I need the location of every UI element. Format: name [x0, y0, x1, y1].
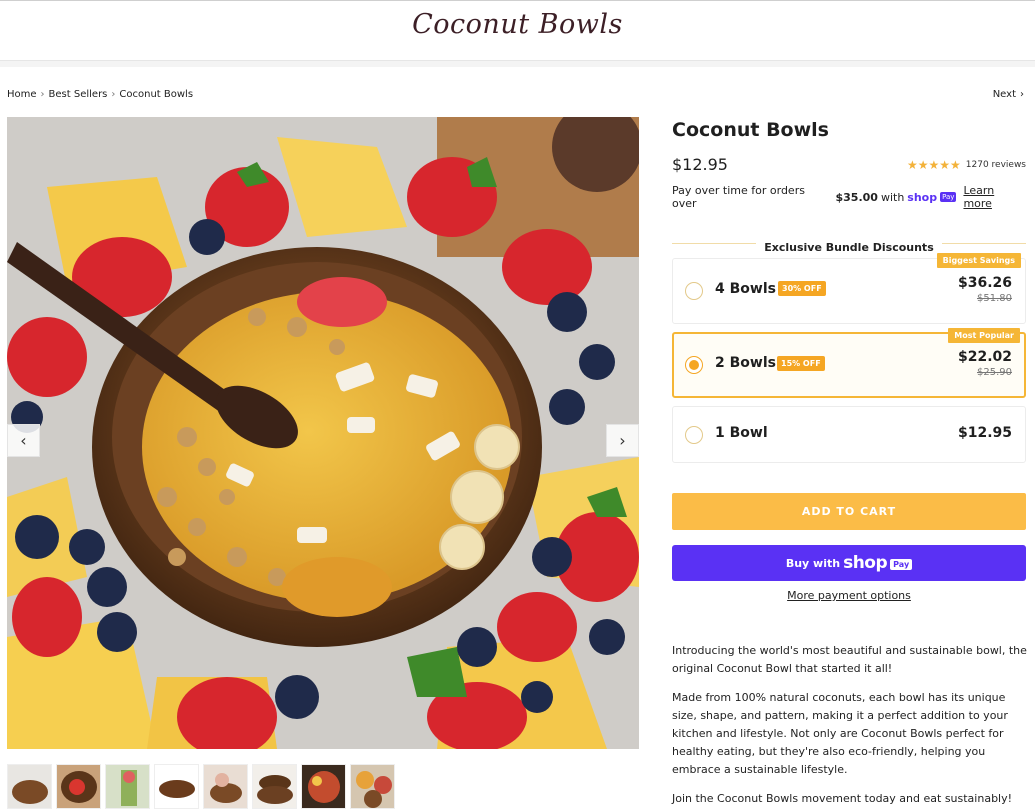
breadcrumb-home[interactable]: Home	[7, 89, 37, 100]
product-price: $12.95	[672, 155, 728, 174]
chevron-right-icon: ›	[1020, 89, 1024, 100]
installments-amount: $35.00	[835, 190, 878, 204]
thumbnail[interactable]	[350, 764, 395, 809]
review-count: 1270 reviews	[965, 160, 1026, 170]
logo[interactable]: Coconut Bowls	[0, 9, 1035, 40]
thumbnail[interactable]	[252, 764, 297, 809]
product-description: Introducing the world's most beautiful a…	[672, 642, 1030, 809]
radio-button[interactable]	[685, 426, 703, 444]
breadcrumb: Home › Best Sellers › Coconut Bowls	[7, 89, 193, 100]
main-product-image[interactable]	[7, 117, 639, 749]
shop-pay-logo: shop	[907, 190, 938, 204]
description-paragraph: Introducing the world's most beautiful a…	[672, 644, 1027, 675]
pay-badge-icon: Pay	[890, 558, 913, 570]
bundle-old-price: $25.90	[977, 367, 1012, 378]
radio-button-selected[interactable]	[685, 356, 703, 374]
bundle-price: $22.02	[957, 349, 1012, 365]
thumbnail-strip	[7, 764, 395, 809]
next-product-link[interactable]: Next ›	[993, 89, 1024, 100]
thumbnail[interactable]	[105, 764, 150, 809]
chevron-right-icon: ›	[111, 89, 116, 100]
more-payment-options-link[interactable]: More payment options	[672, 589, 1026, 602]
shop-logo-icon: shop	[843, 553, 888, 573]
bundle-option-4-bowls[interactable]: Biggest Savings 4 Bowls 30% OFF $36.26 $…	[672, 253, 1026, 324]
header-divider	[0, 61, 1035, 67]
buy-with-label: Buy with	[785, 556, 841, 570]
bundle-price: $12.95	[957, 425, 1012, 441]
description-paragraph: Made from 100% natural coconuts, each bo…	[672, 691, 1008, 776]
buy-with-shop-pay-button[interactable]: Buy with shop Pay	[672, 545, 1026, 581]
bundle-label: 4 Bowls	[715, 281, 776, 297]
installments-note: Pay over time for orders over $35.00 wit…	[672, 184, 1026, 210]
learn-more-link[interactable]: Learn more	[963, 184, 1026, 210]
next-image-button[interactable]: ›	[606, 424, 639, 457]
star-rating-icon: ★★★★★	[906, 158, 961, 172]
thumbnail[interactable]	[301, 764, 346, 809]
most-popular-badge: Most Popular	[948, 328, 1020, 343]
bundle-option-2-bowls[interactable]: Most Popular 2 Bowls 15% OFF $22.02 $25.…	[672, 328, 1026, 398]
thumbnail[interactable]	[56, 764, 101, 809]
bundle-heading-text: Exclusive Bundle Discounts	[756, 241, 942, 254]
installments-with: with	[880, 190, 905, 204]
radio-button[interactable]	[685, 282, 703, 300]
bundle-old-price: $51.80	[977, 293, 1012, 304]
bundle-label: 2 Bowls	[715, 355, 776, 371]
thumbnail[interactable]	[203, 764, 248, 809]
chevron-right-icon: ›	[619, 431, 626, 450]
thumbnail[interactable]	[154, 764, 199, 809]
product-photo	[7, 117, 639, 749]
add-to-cart-button[interactable]: ADD TO CART	[672, 493, 1026, 530]
installments-prefix: Pay over time for orders over	[672, 184, 805, 210]
discount-badge: 30% OFF	[778, 281, 826, 296]
bundle-price: $36.26	[957, 275, 1012, 291]
thumbnail[interactable]	[7, 764, 52, 809]
discount-badge: 15% OFF	[777, 356, 825, 371]
breadcrumb-best-sellers[interactable]: Best Sellers	[49, 89, 108, 100]
bundle-heading: Exclusive Bundle Discounts	[672, 236, 1026, 254]
bundle-option-1-bowl[interactable]: 1 Bowl $12.95	[672, 406, 1026, 463]
chevron-right-icon: ›	[40, 89, 45, 100]
product-info: Coconut Bowls $12.95 ★★★★★ 1270 reviews …	[672, 117, 1026, 463]
description-paragraph: Join the Coconut Bowls movement today an…	[672, 792, 1013, 805]
next-label: Next	[992, 89, 1016, 100]
price-row: $12.95 ★★★★★ 1270 reviews	[672, 155, 1026, 181]
bundle-label: 1 Bowl	[715, 425, 768, 441]
breadcrumb-current: Coconut Bowls	[119, 89, 194, 100]
pay-badge-icon: Pay	[940, 192, 957, 202]
chevron-left-icon: ‹	[20, 431, 27, 450]
biggest-savings-badge: Biggest Savings	[936, 253, 1021, 268]
product-title: Coconut Bowls	[672, 119, 829, 141]
previous-image-button[interactable]: ‹	[7, 424, 40, 457]
rating[interactable]: ★★★★★ 1270 reviews	[907, 158, 1026, 172]
site-header: Coconut Bowls	[0, 0, 1035, 61]
